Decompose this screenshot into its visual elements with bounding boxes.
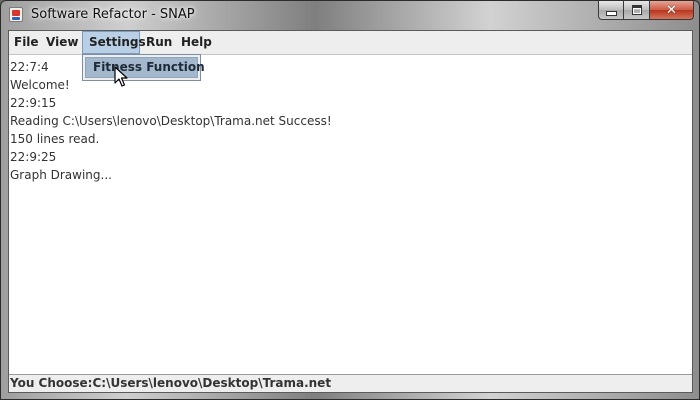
window-title: Software Refactor - SNAP <box>31 7 195 22</box>
maximize-button[interactable] <box>624 1 650 20</box>
minimize-icon <box>605 10 617 16</box>
status-bar: You Choose:C:\Users\lenovo\Desktop\Trama… <box>9 374 692 392</box>
menu-settings[interactable]: Settings <box>82 31 146 54</box>
log-line: Graph Drawing... <box>10 168 112 182</box>
menu-bar: File View Settings Run Help <box>9 31 692 55</box>
log-line: Reading C:\Users\lenovo\Desktop\Trama.ne… <box>10 114 332 128</box>
log-line: 22:9:25 <box>10 150 57 164</box>
app-window: Software Refactor - SNAP ✕ File View Set… <box>0 0 700 400</box>
menu-help[interactable]: Help <box>181 31 213 54</box>
log-line: 22:9:15 <box>10 96 57 110</box>
main-panel: File View Settings Run Help 22:7:4 Welco… <box>8 30 693 393</box>
log-line: 150 lines read. <box>10 132 100 146</box>
java-app-icon[interactable] <box>9 7 23 22</box>
menu-file[interactable]: File <box>14 31 39 54</box>
settings-dropdown: Fitness Function <box>82 54 205 81</box>
maximize-icon <box>631 5 642 15</box>
window-controls: ✕ <box>598 1 694 21</box>
menu-run[interactable]: Run <box>146 31 174 54</box>
mouse-pointer-icon <box>114 66 128 87</box>
title-bar[interactable]: Software Refactor - SNAP ✕ <box>1 1 699 29</box>
close-button[interactable]: ✕ <box>650 1 694 20</box>
minimize-button[interactable] <box>598 1 624 20</box>
close-icon: ✕ <box>666 2 677 18</box>
menu-view[interactable]: View <box>46 31 78 54</box>
menu-item-fitness-function[interactable]: Fitness Function <box>85 57 205 78</box>
